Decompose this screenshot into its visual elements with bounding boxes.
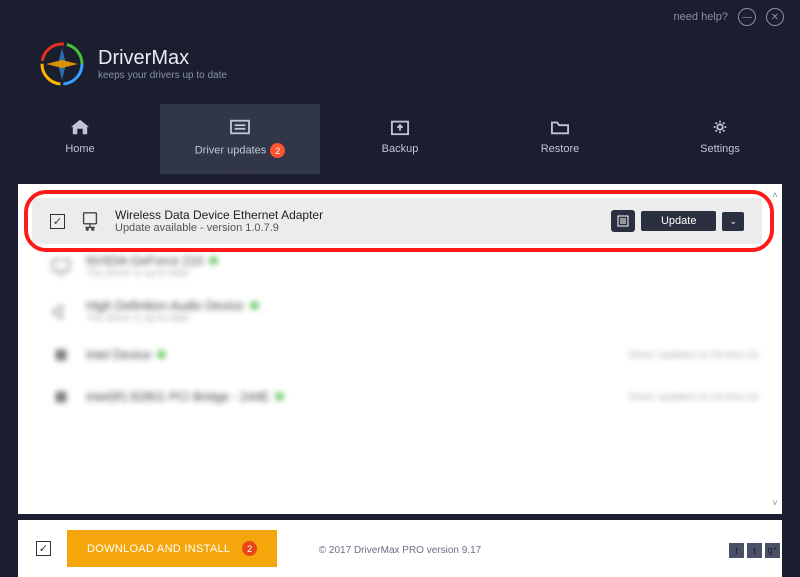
close-button[interactable]: ✕: [766, 8, 784, 26]
twitter-icon[interactable]: t: [747, 543, 762, 558]
footer-copyright: © 2017 DriverMax PRO version 9.17: [0, 545, 800, 556]
driver-row-update-available[interactable]: Wireless Data Device Ethernet Adapter Up…: [32, 198, 762, 244]
tab-label: Settings: [700, 143, 740, 155]
driver-row-blurred: Intel(R) 82801 PCI Bridge - 244E Driver …: [32, 376, 776, 418]
details-button[interactable]: [611, 210, 635, 232]
help-link[interactable]: need help?: [674, 11, 728, 23]
status-dot-icon: [250, 301, 259, 310]
brand-tagline: keeps your drivers up to date: [98, 70, 227, 81]
driver-actions: Update ⌄: [611, 210, 744, 232]
update-button[interactable]: Update: [641, 211, 716, 231]
brand-text: DriverMax keeps your drivers up to date: [98, 47, 227, 81]
driver-row-blurred: NVIDIA GeForce 210The driver is up-to-da…: [32, 244, 776, 289]
tab-settings[interactable]: Settings: [640, 104, 800, 174]
tab-driver-updates[interactable]: Driver updates2: [160, 104, 320, 174]
scroll-down-icon[interactable]: ˅: [772, 498, 777, 508]
home-icon: [69, 118, 91, 136]
update-dropdown[interactable]: ⌄: [722, 212, 744, 231]
updates-badge: 2: [270, 143, 285, 158]
driver-row-blurred: Intel Device Driver updated on 03-Nov-16: [32, 334, 776, 376]
gear-icon: [709, 118, 731, 136]
tab-backup[interactable]: Backup: [320, 104, 480, 174]
backup-icon: [389, 118, 411, 136]
social-links: f t g⁺: [729, 543, 780, 558]
app-logo-icon: [40, 42, 84, 86]
driver-status: Update available - version 1.0.7.9: [115, 222, 597, 234]
driver-row-blurred: High Definition Audio DeviceThe driver i…: [32, 289, 776, 334]
minimize-button[interactable]: —: [738, 8, 756, 26]
tab-restore[interactable]: Restore: [480, 104, 640, 174]
tab-label: Restore: [541, 143, 580, 155]
status-dot-icon: [157, 350, 166, 359]
chip-icon: [50, 344, 72, 366]
tab-label: Driver updates: [195, 144, 267, 156]
main-tabs: Home Driver updates2 Backup Restore Sett…: [0, 104, 800, 174]
app-header: DriverMax keeps your drivers up to date: [0, 34, 800, 104]
facebook-icon[interactable]: f: [729, 543, 744, 558]
network-adapter-icon: [79, 210, 101, 232]
scrollbar[interactable]: ˄ ˅: [768, 190, 782, 508]
chip-icon: [50, 386, 72, 408]
status-dot-icon: [209, 256, 218, 265]
details-icon: [617, 215, 629, 227]
tab-label: Backup: [382, 143, 419, 155]
scroll-up-icon[interactable]: ˄: [772, 190, 777, 200]
window-topbar: need help? — ✕: [0, 0, 800, 34]
status-dot-icon: [275, 392, 284, 401]
tab-home[interactable]: Home: [0, 104, 160, 174]
brand-name: DriverMax: [98, 47, 227, 70]
audio-icon: [50, 301, 72, 323]
folder-icon: [549, 118, 571, 136]
driver-info: Wireless Data Device Ethernet Adapter Up…: [115, 208, 597, 234]
driver-list-panel: Wireless Data Device Ethernet Adapter Up…: [18, 184, 782, 514]
list-icon: [229, 118, 251, 136]
driver-name: Wireless Data Device Ethernet Adapter: [115, 208, 597, 222]
google-plus-icon[interactable]: g⁺: [765, 543, 780, 558]
tab-label: Home: [65, 143, 94, 155]
driver-checkbox[interactable]: [50, 214, 65, 229]
monitor-icon: [50, 256, 72, 278]
